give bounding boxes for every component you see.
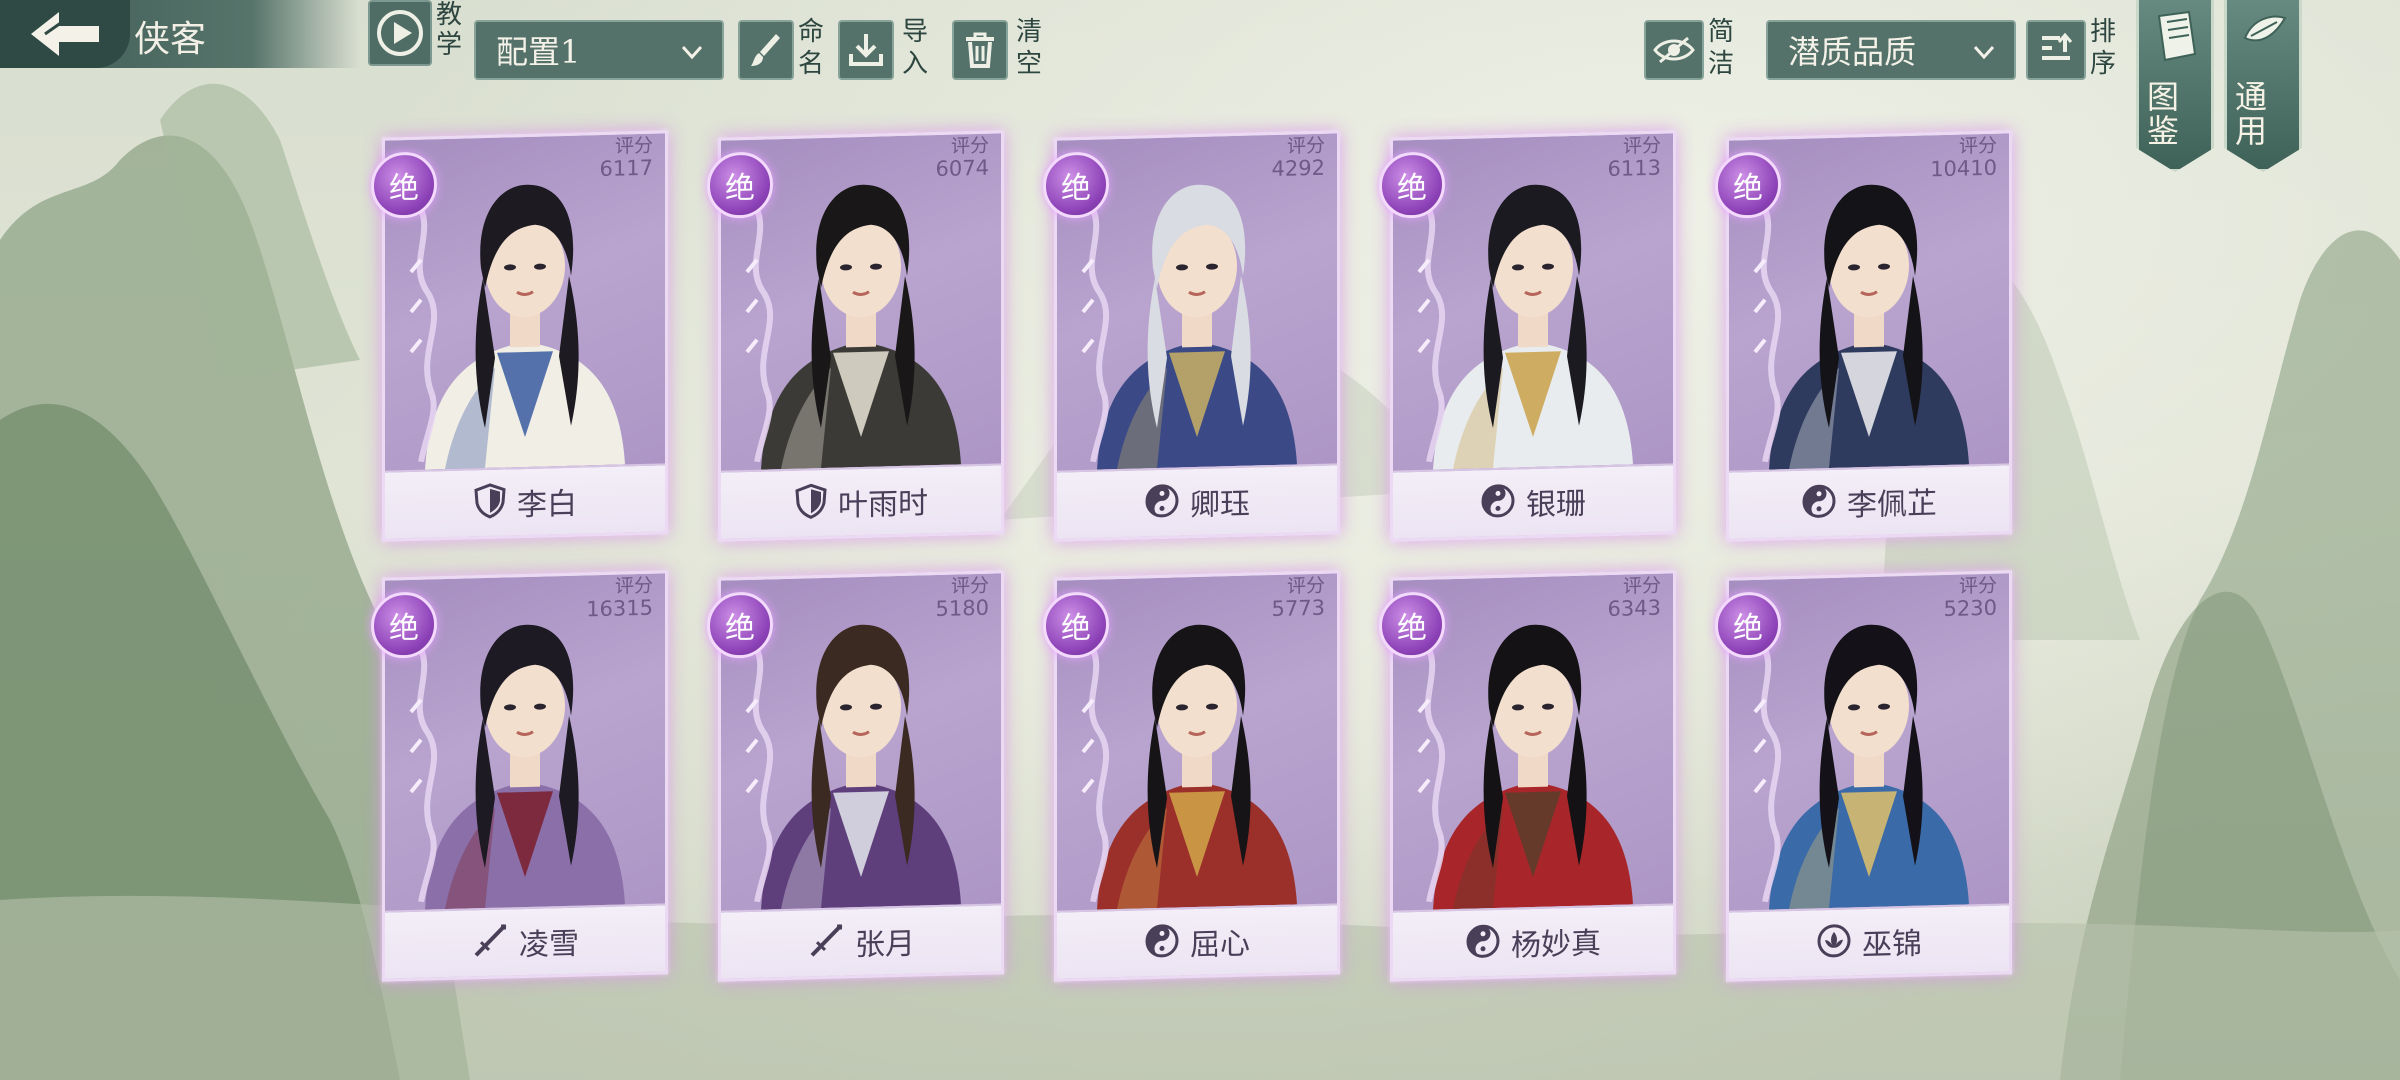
sort-button[interactable] <box>2026 20 2086 80</box>
score-label: 评分 <box>950 134 989 158</box>
hero-card[interactable]: 绝 评分 5180 张月 <box>707 570 1004 982</box>
clear-label: 清空 <box>1015 17 1042 79</box>
hero-card[interactable]: 绝 评分 4292 卿珏 <box>1043 130 1340 542</box>
hero-name: 李白 <box>517 486 577 524</box>
scroll-icon <box>2243 15 2287 42</box>
score-value: 10410 <box>1930 155 1997 182</box>
hero-nameplate: 屈心 <box>1057 903 1337 979</box>
simple-view-button[interactable] <box>1644 20 1704 80</box>
book-icon <box>2157 10 2197 62</box>
hero-name: 李佩芷 <box>1847 486 1937 524</box>
yinyang-icon <box>1144 482 1180 523</box>
rename-label: 命名 <box>797 17 824 79</box>
hero-card[interactable]: 绝 评分 6074 叶雨时 <box>707 130 1004 542</box>
hero-card[interactable]: 绝 评分 10410 李佩芷 <box>1715 130 2012 542</box>
rename-button[interactable] <box>738 20 794 80</box>
play-icon <box>377 10 423 56</box>
hero-name: 巫锦 <box>1862 926 1922 964</box>
eye-slash-icon <box>1653 36 1695 64</box>
sort-label: 排序 <box>2089 17 2116 79</box>
tutorial-label: 教学 <box>435 0 462 60</box>
score-value: 5180 <box>935 595 989 622</box>
sword-icon <box>471 921 509 964</box>
shield-icon <box>473 482 507 523</box>
yinyang-icon <box>1801 483 1837 524</box>
score-label: 评分 <box>1958 134 1997 158</box>
yinyang-icon <box>1465 923 1501 964</box>
score-label: 评分 <box>1622 574 1661 598</box>
import-label: 导入 <box>901 17 928 79</box>
hero-card[interactable]: 绝 评分 6117 李白 <box>371 130 668 542</box>
hero-nameplate: 卿珏 <box>1057 463 1337 539</box>
config-select[interactable]: 配置1 <box>474 20 724 80</box>
chevron-down-icon <box>1973 45 1995 60</box>
clear-button[interactable] <box>952 20 1008 80</box>
hero-name: 卿珏 <box>1190 486 1250 524</box>
codex-banner[interactable]: 图鉴 <box>2136 0 2214 172</box>
score-label: 评分 <box>614 134 653 158</box>
simple-view-label: 简洁 <box>1707 17 1734 79</box>
config-select-value: 配置1 <box>496 33 581 71</box>
tutorial-button[interactable] <box>368 0 432 66</box>
score-value: 5773 <box>1271 595 1325 622</box>
hero-name: 叶雨时 <box>838 486 928 524</box>
score-value: 16315 <box>586 595 653 622</box>
sword-icon <box>807 921 845 964</box>
general-label: 通用 <box>2235 78 2268 150</box>
brush-icon <box>751 34 780 66</box>
score-value: 6117 <box>599 155 653 182</box>
hero-nameplate: 叶雨时 <box>721 463 1001 539</box>
hero-card[interactable]: 绝 评分 6113 银珊 <box>1379 130 1676 542</box>
score-label: 评分 <box>950 574 989 598</box>
back-button[interactable] <box>0 0 130 68</box>
hero-nameplate: 巫锦 <box>1729 903 2009 979</box>
back-arrow-icon <box>31 12 99 56</box>
score-value: 4292 <box>1271 155 1325 182</box>
yinyang-icon <box>1480 482 1516 523</box>
hero-nameplate: 李佩芷 <box>1729 463 2009 539</box>
page-title: 侠客 <box>134 19 207 60</box>
import-button[interactable] <box>838 20 894 80</box>
hero-nameplate: 银珊 <box>1393 463 1673 539</box>
trash-icon <box>966 32 994 68</box>
shield-icon <box>794 483 828 524</box>
hero-name: 张月 <box>855 926 915 964</box>
hero-name: 屈心 <box>1190 926 1250 964</box>
lotus-icon <box>1816 922 1852 963</box>
hero-card[interactable]: 绝 评分 5230 巫锦 <box>1715 570 2012 982</box>
score-value: 6343 <box>1607 595 1661 622</box>
download-icon <box>849 34 883 66</box>
score-value: 6074 <box>935 155 989 182</box>
hero-nameplate: 李白 <box>385 463 665 539</box>
score-label: 评分 <box>1286 574 1325 598</box>
quality-select[interactable]: 潜质品质 <box>1766 20 2016 80</box>
general-banner[interactable]: 通用 <box>2224 0 2302 172</box>
hero-nameplate: 凌雪 <box>385 903 665 979</box>
hero-card[interactable]: 绝 评分 6343 杨妙真 <box>1379 570 1676 982</box>
hero-name: 杨妙真 <box>1511 926 1601 964</box>
chevron-down-icon <box>681 45 703 60</box>
score-value: 5230 <box>1943 595 1997 622</box>
hero-card[interactable]: 绝 评分 16315 凌雪 <box>371 570 668 982</box>
hero-nameplate: 杨妙真 <box>1393 903 1673 979</box>
hero-name: 银珊 <box>1526 486 1586 524</box>
quality-select-value: 潜质品质 <box>1788 33 1917 71</box>
hero-card[interactable]: 绝 评分 5773 屈心 <box>1043 570 1340 982</box>
sort-icon <box>2042 32 2073 60</box>
score-label: 评分 <box>614 574 653 598</box>
score-value: 6113 <box>1607 155 1661 182</box>
score-label: 评分 <box>1958 574 1997 598</box>
codex-label: 图鉴 <box>2147 78 2180 150</box>
score-label: 评分 <box>1286 134 1325 158</box>
hero-name: 凌雪 <box>519 926 579 964</box>
hero-nameplate: 张月 <box>721 903 1001 979</box>
yinyang-icon <box>1144 922 1180 963</box>
score-label: 评分 <box>1622 134 1661 158</box>
